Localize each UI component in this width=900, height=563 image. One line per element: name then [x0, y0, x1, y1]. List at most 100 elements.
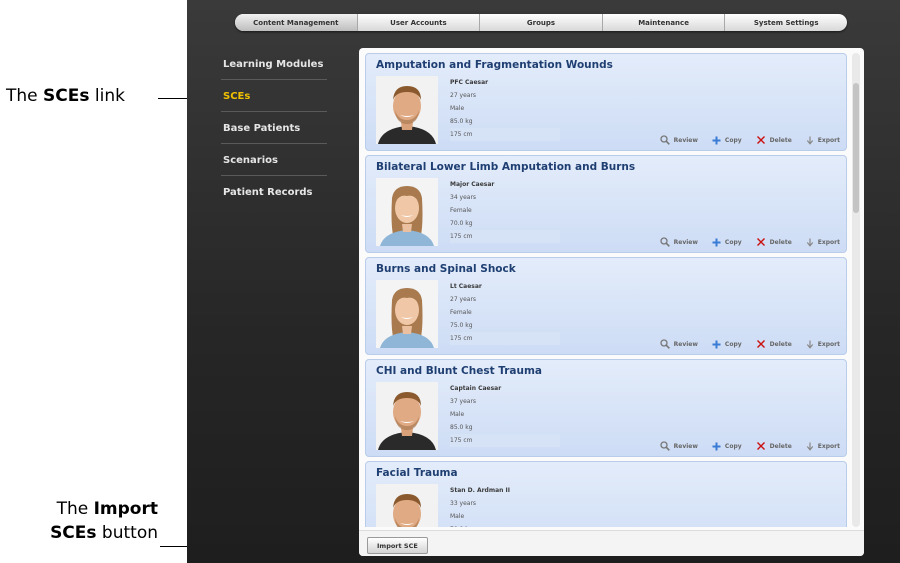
annotation-import-button: The Import SCEs button — [50, 499, 158, 543]
review-label: Review — [673, 340, 698, 348]
patient-height: 175 cm — [450, 128, 560, 141]
sce-actions: Review Copy Delete Export — [659, 135, 840, 145]
sce-title: Amputation and Fragmentation Wounds — [376, 59, 613, 71]
sce-card: CHI and Blunt Chest Trauma Captain Caesa… — [365, 359, 847, 457]
export-button[interactable]: Export — [806, 441, 840, 451]
sce-card: Burns and Spinal Shock Lt Caesar 27 years… — [365, 257, 847, 355]
sce-card: Facial Trauma Stan D. Ardman II 33 years M… — [365, 461, 847, 527]
sce-list-panel: Amputation and Fragmentation Wounds PFC … — [359, 48, 864, 556]
plus-icon — [712, 442, 721, 451]
red-x-icon — [756, 441, 766, 451]
review-button[interactable]: Review — [659, 441, 698, 451]
patient-age: 27 years — [450, 296, 477, 303]
delete-label: Delete — [769, 136, 792, 144]
patient-height: 175 cm — [450, 230, 560, 243]
sce-title: Burns and Spinal Shock — [376, 263, 516, 275]
export-label: Export — [817, 340, 840, 348]
copy-label: Copy — [724, 340, 742, 348]
copy-label: Copy — [724, 136, 742, 144]
sidebar-item-2[interactable]: Base Patients — [211, 112, 333, 144]
scrollbar-thumb[interactable] — [853, 83, 859, 213]
patient-name: Major Caesar — [450, 181, 495, 188]
nav-tab-3[interactable]: Maintenance — [603, 14, 726, 31]
patient-height: 175 cm — [450, 332, 560, 345]
patient-details: Stan D. Ardman II 33 years Male 70.0 kg — [450, 484, 560, 527]
nav-tab-2[interactable]: Groups — [480, 14, 603, 31]
magnifier-icon — [659, 135, 670, 145]
review-button[interactable]: Review — [659, 237, 698, 247]
patient-sex: Male — [450, 105, 465, 112]
patient-weight: 70.0 kg — [450, 523, 560, 527]
sce-actions: Review Copy Delete Export — [659, 441, 840, 451]
down-arrow-icon — [806, 136, 814, 145]
sidebar-item-0[interactable]: Learning Modules — [211, 48, 333, 80]
delete-label: Delete — [769, 442, 792, 450]
copy-button[interactable]: Copy — [712, 135, 742, 145]
patient-sex: Male — [450, 411, 465, 418]
export-button[interactable]: Export — [806, 339, 840, 349]
red-x-icon — [756, 339, 766, 349]
patient-details: Major Caesar 34 years Female 70.0 kg 175 cm — [450, 178, 560, 243]
female-patient-avatar — [376, 280, 438, 348]
magnifier-icon — [659, 237, 670, 247]
copy-label: Copy — [724, 238, 742, 246]
copy-label: Copy — [724, 442, 742, 450]
sce-actions: Review Copy Delete Export — [659, 237, 840, 247]
sidebar-item-3[interactable]: Scenarios — [211, 144, 333, 176]
nav-tab-0[interactable]: Content Management — [235, 14, 358, 31]
magnifier-icon — [659, 339, 670, 349]
app-window: Content Management User Accounts Groups Mai… — [187, 0, 900, 563]
down-arrow-icon — [806, 238, 814, 247]
sce-card: Bilateral Lower Limb Amputation and Burn… — [365, 155, 847, 253]
delete-button[interactable]: Delete — [756, 339, 792, 349]
copy-button[interactable]: Copy — [712, 237, 742, 247]
sidebar-item-1[interactable]: SCEs — [211, 80, 333, 112]
nav-tab-1[interactable]: User Accounts — [358, 14, 481, 31]
patient-height: 175 cm — [450, 434, 560, 447]
down-arrow-icon — [806, 340, 814, 349]
sce-card: Amputation and Fragmentation Wounds PFC … — [365, 53, 847, 151]
sce-card-list: Amputation and Fragmentation Wounds PFC … — [365, 53, 847, 527]
panel-footer: Import SCE — [359, 530, 864, 556]
sidebar-item-4[interactable]: Patient Records — [211, 176, 333, 208]
sce-title: Bilateral Lower Limb Amputation and Burn… — [376, 161, 636, 173]
review-button[interactable]: Review — [659, 135, 698, 145]
sidebar: Learning Modules SCEs Base Patients Scenari… — [211, 48, 333, 208]
copy-button[interactable]: Copy — [712, 441, 742, 451]
patient-age: 34 years — [450, 194, 477, 201]
review-button[interactable]: Review — [659, 339, 698, 349]
patient-details: PFC Caesar 27 years Male 85.0 kg 175 cm — [450, 76, 560, 141]
copy-button[interactable]: Copy — [712, 339, 742, 349]
magnifier-icon — [659, 441, 670, 451]
male-patient-avatar — [376, 76, 438, 144]
import-sce-button[interactable]: Import SCE — [367, 537, 428, 554]
red-x-icon — [756, 237, 766, 247]
scrollbar[interactable] — [852, 53, 860, 527]
sce-title: CHI and Blunt Chest Trauma — [376, 365, 543, 377]
down-arrow-icon — [806, 442, 814, 451]
patient-sex: Male — [450, 513, 465, 520]
delete-button[interactable]: Delete — [756, 441, 792, 451]
export-button[interactable]: Export — [806, 135, 840, 145]
patient-name: Captain Caesar — [450, 385, 502, 392]
male-patient-avatar — [376, 484, 438, 527]
patient-name: Stan D. Ardman II — [450, 487, 510, 494]
patient-age: 33 years — [450, 500, 477, 507]
top-navigation: Content Management User Accounts Groups Mai… — [235, 14, 847, 31]
patient-weight: 85.0 kg — [450, 118, 473, 125]
patient-age: 37 years — [450, 398, 477, 405]
annotation-sces-link: The SCEs link — [6, 86, 125, 106]
male-patient-avatar — [376, 382, 438, 450]
delete-label: Delete — [769, 238, 792, 246]
patient-weight: 85.0 kg — [450, 424, 473, 431]
nav-tab-4[interactable]: System Settings — [725, 14, 847, 31]
sce-title: Facial Trauma — [376, 467, 458, 479]
delete-button[interactable]: Delete — [756, 135, 792, 145]
patient-weight: 70.0 kg — [450, 220, 473, 227]
review-label: Review — [673, 136, 698, 144]
sce-actions: Review Copy Delete Export — [659, 339, 840, 349]
export-label: Export — [817, 136, 840, 144]
patient-weight: 75.0 kg — [450, 322, 473, 329]
delete-button[interactable]: Delete — [756, 237, 792, 247]
export-button[interactable]: Export — [806, 237, 840, 247]
